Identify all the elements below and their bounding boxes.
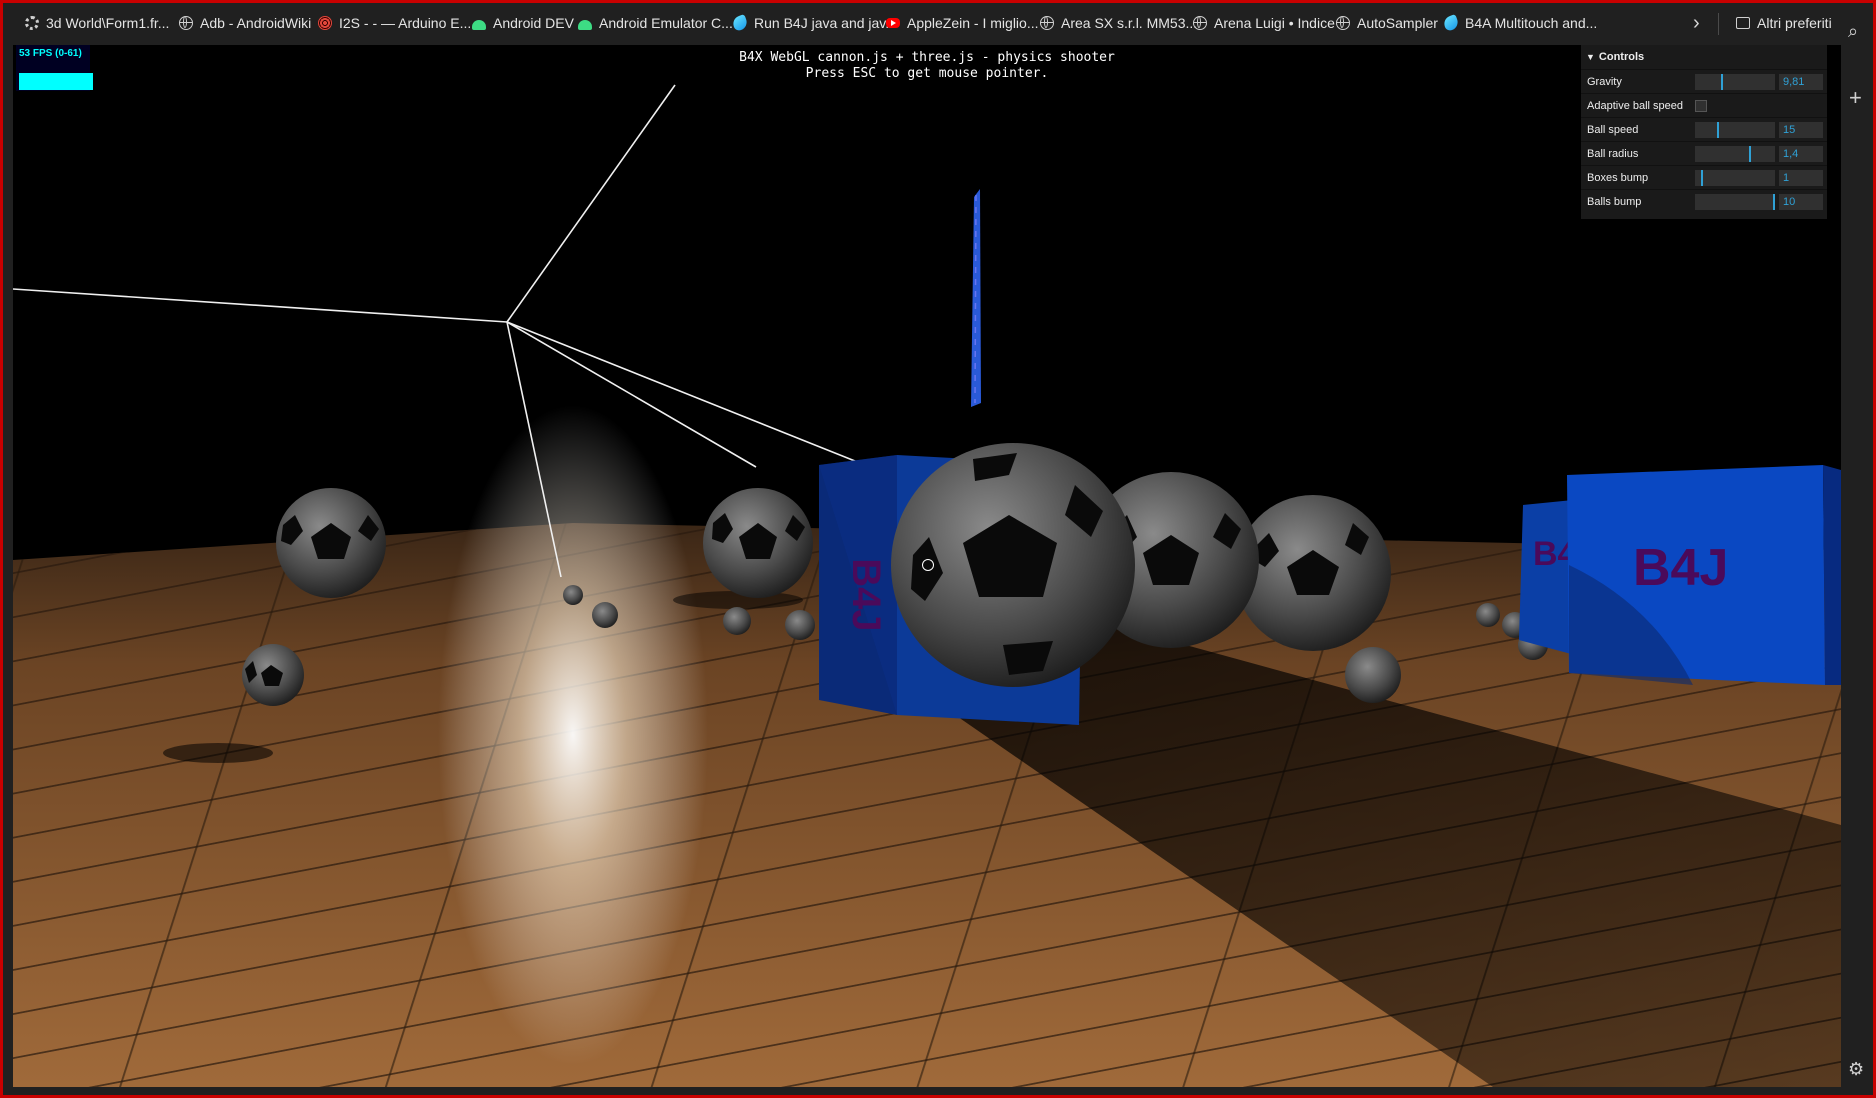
android-icon [578,19,592,30]
control-balls-bump: Balls bump 10 [1581,189,1827,214]
large-soccer-ball [1235,495,1391,651]
info-title: B4X WebGL cannon.js + three.js - physics… [739,50,1115,65]
slider-thumb[interactable] [1749,146,1751,162]
soccer-ball [242,644,304,706]
folder-icon [1736,17,1750,29]
bookmark-3d-world[interactable]: 3d World\Form1.fr... [25,13,169,33]
android-icon [472,19,486,30]
chevron-right-icon[interactable]: › [1693,13,1700,33]
light-glare [438,405,708,1065]
b4j-crate: B4J [1567,465,1841,685]
adaptive-ball-speed-checkbox[interactable] [1695,100,1707,112]
bookmarks-bar: 3d World\Form1.fr... Adb - AndroidWiki I… [3,3,1873,45]
globe-icon [1336,16,1350,30]
bookmark-android-dev[interactable]: Android DEV [472,13,574,33]
globe-icon [1193,16,1207,30]
box-label: B4J [844,558,888,631]
info-hint: Press ESC to get mouse pointer. [805,66,1049,81]
ball-radius-input[interactable]: 1,4 [1779,146,1823,162]
soccer-ball [276,488,386,598]
small-soccer-ball [563,585,583,605]
control-ball-speed: Ball speed 15 [1581,117,1827,142]
controls-panel: ▼ Controls Gravity 9,81 Adaptive ball spe… [1581,45,1827,219]
gravity-input[interactable]: 9,81 [1779,74,1823,90]
ball-speed-input[interactable]: 15 [1779,122,1823,138]
small-soccer-ball [592,602,618,628]
add-icon[interactable]: + [1849,85,1862,111]
info-overlay: B4X WebGL cannon.js + three.js - physics… [13,50,1841,82]
chevron-down-icon: ▼ [1586,52,1595,62]
bookmark-adb-androidwiki[interactable]: Adb - AndroidWiki [179,13,311,33]
ball-radius-slider[interactable] [1695,146,1775,162]
soccer-ball [1345,647,1401,703]
small-soccer-ball [785,610,815,640]
youtube-icon [886,18,900,28]
b4x-flame-icon [1442,14,1460,32]
slider-thumb[interactable] [1773,194,1775,210]
globe-icon [1040,16,1054,30]
bookmark-autosampler[interactable]: AutoSampler [1336,13,1438,33]
bookmark-i2s-arduino[interactable]: I2S - - — Arduino E... [318,13,471,33]
small-soccer-ball [723,607,751,635]
gear-icon [25,16,39,30]
other-bookmarks-folder[interactable]: Altri preferiti [1736,13,1832,33]
soccer-ball [703,488,813,598]
boxes-bump-input[interactable]: 1 [1779,170,1823,186]
ball-speed-slider[interactable] [1695,122,1775,138]
bookmarks-separator [1718,13,1719,35]
globe-icon [179,16,193,30]
webgl-canvas[interactable]: B4J B4J B4J 53 FPS (0-61) B4X WebGL cann… [13,45,1841,1087]
control-adaptive-ball-speed: Adaptive ball speed [1581,93,1827,118]
bookmark-android-emulator[interactable]: Android Emulator C... [578,13,733,33]
control-ball-radius: Ball radius 1,4 [1581,141,1827,166]
b4x-flame-icon [731,14,749,32]
bookmark-arena-luigi[interactable]: Arena Luigi • Indice [1193,13,1335,33]
bookmark-area-sx[interactable]: Area SX s.r.l. MM53... [1040,13,1197,33]
settings-gear-icon[interactable]: ⚙ [1848,1059,1864,1080]
search-icon[interactable]: ⌕ [1848,21,1858,42]
bookmark-b4a-multitouch[interactable]: B4A Multitouch and... [1442,13,1597,33]
arduino-icon [318,16,332,30]
bookmark-run-b4j[interactable]: Run B4J java and jav... [731,13,897,33]
ball-shadow [163,743,273,763]
boxes-bump-slider[interactable] [1695,170,1775,186]
slider-thumb[interactable] [1701,170,1703,186]
balls-bump-input[interactable]: 10 [1779,194,1823,210]
control-boxes-bump: Boxes bump 1 [1581,165,1827,190]
slider-thumb[interactable] [1717,122,1719,138]
slider-thumb[interactable] [1721,74,1723,90]
balls-bump-slider[interactable] [1695,194,1775,210]
controls-header[interactable]: ▼ Controls [1586,49,1644,65]
box-label: B4J [1633,539,1728,597]
browser-window: 3d World\Form1.fr... Adb - AndroidWiki I… [3,3,1873,1095]
control-gravity: Gravity 9,81 [1581,69,1827,94]
bookmark-applezein[interactable]: AppleZein - I miglio... [886,13,1039,33]
gravity-slider[interactable] [1695,74,1775,90]
crosshair-icon [922,559,934,571]
